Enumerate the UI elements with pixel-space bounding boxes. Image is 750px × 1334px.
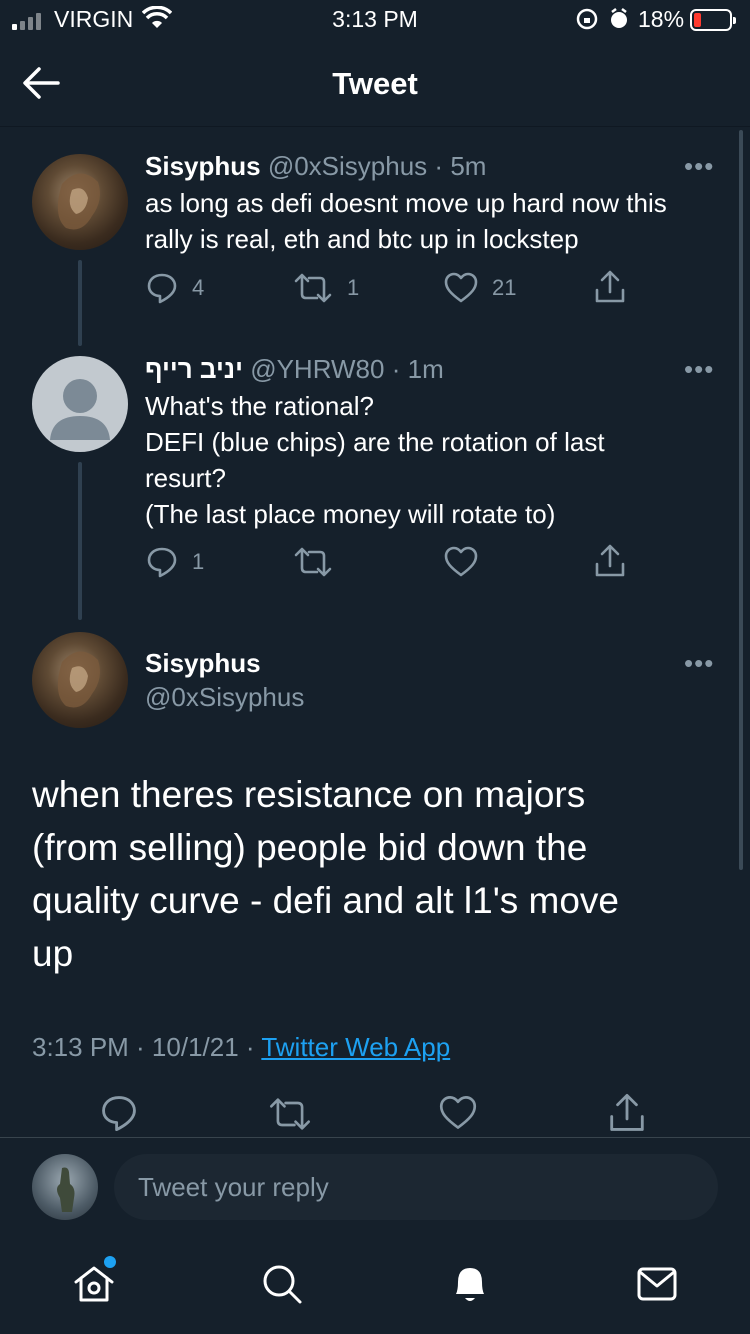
more-options-icon[interactable]: ••• — [684, 354, 714, 385]
battery-percent: 18% — [638, 6, 685, 32]
heart-icon — [444, 546, 478, 577]
tweet-text-line: rally is real, eth and btc up in lockste… — [145, 224, 579, 254]
nav-search[interactable] — [260, 1262, 304, 1311]
more-options-icon[interactable]: ••• — [684, 648, 714, 679]
tweet-text-line: up — [32, 933, 74, 974]
thread-line — [78, 260, 82, 346]
tweet-text-line: quality curve - defi and alt l1's move — [32, 880, 620, 921]
author-handle[interactable]: @YHRW80 — [250, 354, 384, 384]
main-tweet-text: when theres resistance on majors (from s… — [32, 768, 722, 980]
source-link[interactable]: Twitter Web App — [261, 1032, 450, 1062]
avatar[interactable] — [32, 356, 128, 452]
reply-count: 4 — [192, 275, 205, 300]
reply-button[interactable] — [100, 1094, 138, 1132]
avatar[interactable] — [32, 632, 128, 728]
tweet-text-line: DEFI (blue chips) are the rotation of la… — [145, 427, 605, 457]
divider — [0, 1137, 750, 1138]
nav-messages[interactable] — [636, 1264, 678, 1309]
tweet-text-line: when theres resistance on majors — [32, 774, 586, 815]
messages-icon — [637, 1267, 677, 1301]
avatar[interactable] — [32, 154, 128, 250]
share-button[interactable] — [608, 1093, 646, 1133]
scrollbar[interactable] — [739, 130, 743, 870]
separator: · — [434, 151, 444, 181]
reply-placeholder: Tweet your reply — [138, 1172, 329, 1202]
status-bar: VIRGIN 3:13 PM 18% — [0, 0, 750, 40]
retweet-button[interactable] — [268, 1096, 312, 1132]
retweet-button[interactable]: 1 — [293, 272, 359, 304]
tweet-text-line: (from selling) people bid down the — [32, 827, 588, 868]
tweet-text: What's the rational? DEFI (blue chips) a… — [145, 388, 725, 532]
like-button[interactable]: 21 — [444, 272, 516, 304]
search-icon — [263, 1265, 302, 1304]
status-icons — [576, 6, 632, 38]
tweet-header: יניב רייף @YHRW80 · 1m — [145, 354, 444, 385]
heart-icon — [444, 272, 478, 303]
nav-home[interactable] — [72, 1262, 116, 1311]
retweet-icon — [269, 1098, 311, 1130]
reply-button[interactable]: 1 — [146, 546, 204, 578]
tweet-header: Sisyphus @0xSisyphus · 5m — [145, 151, 486, 182]
share-icon — [610, 1093, 644, 1131]
like-button[interactable] — [444, 546, 478, 578]
home-icon — [74, 1266, 114, 1302]
reply-icon — [147, 547, 177, 578]
retweet-button[interactable] — [293, 546, 333, 578]
notification-dot — [104, 1256, 116, 1268]
reply-icon — [102, 1096, 136, 1132]
tweet-text-line: resurt? — [145, 463, 226, 493]
author-handle[interactable]: @0xSisyphus — [268, 151, 427, 181]
heart-icon — [439, 1096, 477, 1129]
reply-button[interactable]: 4 — [146, 272, 204, 304]
timestamp-text: 3:13 PM · 10/1/21 · — [32, 1032, 262, 1062]
author-handle[interactable]: @0xSisyphus — [145, 682, 304, 713]
tweet-time[interactable]: 1m — [408, 354, 444, 384]
thread-line — [78, 462, 82, 620]
tweet-time[interactable]: 5m — [450, 151, 486, 181]
author-name[interactable]: יניב רייף — [145, 354, 243, 384]
avatar-image — [57, 651, 100, 708]
author-name[interactable]: Sisyphus — [145, 648, 261, 679]
retweet-icon — [294, 547, 332, 577]
share-button[interactable] — [594, 544, 626, 578]
tweet-text-line: as long as defi doesnt move up hard now … — [145, 188, 667, 218]
reply-icon — [147, 273, 177, 304]
nav-notifications[interactable] — [448, 1260, 492, 1311]
like-button[interactable] — [439, 1095, 477, 1131]
header-divider — [0, 126, 750, 127]
separator: · — [391, 354, 401, 384]
avatar-image — [57, 1167, 75, 1212]
my-avatar[interactable] — [32, 1154, 98, 1220]
reply-count: 1 — [192, 549, 205, 574]
avatar-image — [57, 173, 100, 230]
battery-icon — [690, 9, 736, 31]
default-avatar-icon — [50, 379, 110, 440]
retweet-count: 1 — [347, 275, 360, 300]
tweet-text: as long as defi doesnt move up hard now … — [145, 185, 725, 257]
notifications-icon — [456, 1268, 484, 1301]
share-icon — [595, 544, 625, 577]
retweet-icon — [294, 273, 332, 303]
tweet-text-line: (The last place money will rotate to) — [145, 499, 556, 529]
more-options-icon[interactable]: ••• — [684, 151, 714, 182]
page-title: Tweet — [332, 66, 418, 101]
like-count: 21 — [492, 275, 517, 300]
author-name[interactable]: Sisyphus — [145, 151, 261, 181]
share-icon — [595, 270, 625, 303]
share-button[interactable] — [594, 270, 626, 304]
tweet-text-line: What's the rational? — [145, 391, 374, 421]
tweet-timestamp: 3:13 PM · 10/1/21 · Twitter Web App — [32, 1032, 450, 1063]
